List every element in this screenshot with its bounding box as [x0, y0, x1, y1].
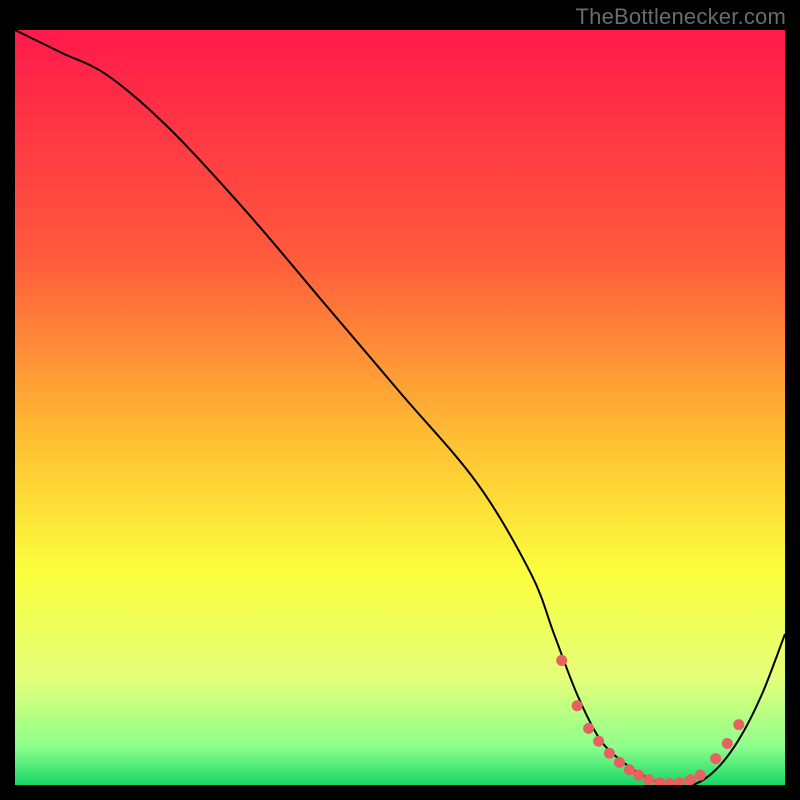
highlight-dot — [710, 753, 721, 764]
highlight-dot — [643, 774, 654, 785]
highlight-dot — [583, 723, 594, 734]
highlight-dot — [624, 764, 635, 775]
plot-area — [15, 30, 785, 785]
attribution-text: TheBottlenecker.com — [576, 4, 786, 30]
highlight-dot — [614, 757, 625, 768]
chart-container: TheBottlenecker.com — [0, 0, 800, 800]
highlight-dot — [685, 774, 696, 785]
highlight-dot — [604, 748, 615, 759]
highlight-dot — [572, 700, 583, 711]
highlight-dot — [593, 736, 604, 747]
highlight-dot — [733, 719, 744, 730]
highlight-dot — [633, 770, 644, 781]
highlight-dot — [722, 738, 733, 749]
gradient-background — [15, 30, 785, 785]
chart-svg — [15, 30, 785, 785]
highlight-dot — [556, 655, 567, 666]
highlight-dot — [695, 770, 706, 781]
